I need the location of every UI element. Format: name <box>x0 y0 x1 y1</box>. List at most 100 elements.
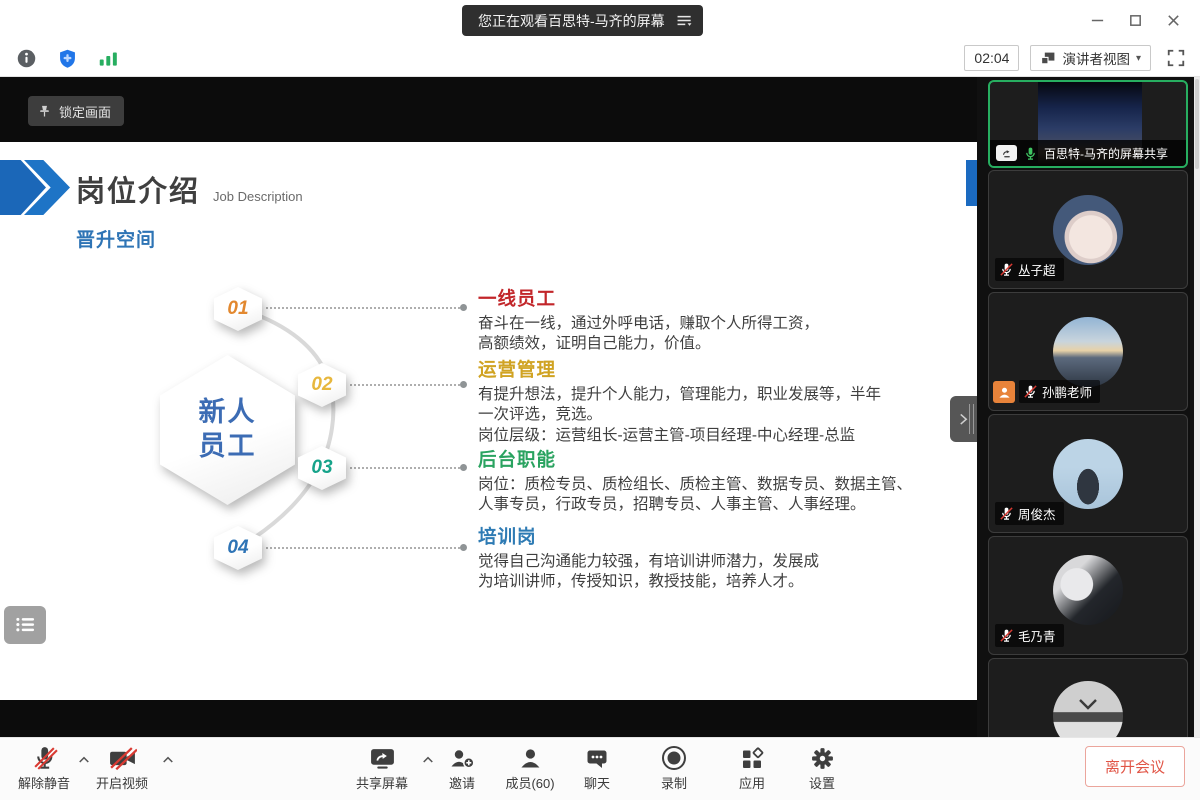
view-mode-selector[interactable]: 演讲者视图 ▾ <box>1030 45 1151 71</box>
view-mode-label: 演讲者视图 <box>1062 48 1130 68</box>
record-button[interactable]: 录制 <box>661 743 687 792</box>
share-screen-button[interactable]: 共享屏幕 <box>356 743 408 792</box>
leave-meeting-button[interactable]: 离开会议 <box>1085 746 1185 787</box>
pin-icon <box>37 104 52 119</box>
unmute-label: 解除静音 <box>18 773 70 792</box>
minimize-button[interactable] <box>1078 4 1116 36</box>
meeting-info-group <box>12 40 122 76</box>
presentation-slide: 岗位介绍 Job Description 晋升空间 新人 员工 <box>0 142 977 700</box>
connector-dot <box>460 464 467 471</box>
item-body: 有提升想法，提升个人能力，管理能力，职业发展等，半年 一次评选，竞选。 岗位层级… <box>478 385 923 446</box>
item-heading: 培训岗 <box>478 523 923 549</box>
record-circle-icon <box>661 743 687 771</box>
participant-tile[interactable]: 孙鹏老师 <box>988 292 1188 411</box>
watching-label: 您正在观看百思特-马齐的屏幕 <box>478 11 665 31</box>
share-screen-label: 共享屏幕 <box>356 773 408 792</box>
meeting-info-icon[interactable] <box>12 44 40 72</box>
sidebar-collapse-button[interactable] <box>950 396 977 442</box>
tile-label-bar: 毛乃青 <box>995 624 1064 647</box>
close-button[interactable] <box>1154 4 1192 36</box>
meeting-toolbar-top: 02:04 演讲者视图 ▾ <box>0 40 1200 77</box>
share-options-chevron[interactable] <box>420 753 436 767</box>
view-controls-group: 02:04 演讲者视图 ▾ <box>964 40 1190 76</box>
share-screen-icon <box>368 743 395 771</box>
apps-button[interactable]: 应用 <box>739 743 765 792</box>
item-heading: 一线员工 <box>478 285 923 311</box>
lock-view-button[interactable]: 锁定画面 <box>28 96 124 126</box>
participant-name: 周俊杰 <box>1018 504 1056 523</box>
member-person-icon <box>518 743 542 771</box>
watching-banner[interactable]: 您正在观看百思特-马齐的屏幕 <box>462 5 703 36</box>
item-body: 岗位：质检专员、质检组长、质检主管、数据专员、数据主管、 人事专员，行政专员，招… <box>478 475 923 516</box>
sidebar-scrollbar[interactable] <box>1194 77 1200 737</box>
participant-name: 丛子超 <box>1018 260 1056 279</box>
list-icon <box>15 616 36 633</box>
invite-label: 邀请 <box>449 773 475 792</box>
slide-item-training: 培训岗 觉得自己沟通能力较强，有培训讲师潜力，发展成 为培训讲师，传授知识，教授… <box>478 523 923 593</box>
start-video-label: 开启视频 <box>96 773 148 792</box>
settings-label: 设置 <box>809 773 835 792</box>
mic-on-icon <box>1023 146 1038 161</box>
tile-label-bar: 丛子超 <box>995 258 1064 281</box>
video-options-chevron[interactable] <box>160 753 176 767</box>
chat-button[interactable]: 聊天 <box>584 743 610 792</box>
scroll-down-button[interactable] <box>1073 695 1103 713</box>
meeting-window: 您正在观看百思特-马齐的屏幕 <box>0 0 1200 800</box>
chevron-down-icon: ▾ <box>1136 53 1141 64</box>
participants-sidebar: 百思特-马齐的屏幕共享 丛子超 孙鹏老师 周俊杰 <box>977 77 1200 737</box>
gear-icon <box>809 743 834 771</box>
item-heading: 后台职能 <box>478 446 923 472</box>
camera-muted-icon <box>107 743 136 771</box>
layout-icon <box>1040 51 1056 65</box>
tile-label-bar: 周俊杰 <box>995 502 1064 525</box>
participant-tile[interactable]: 周俊杰 <box>988 414 1188 533</box>
network-signal-icon[interactable] <box>94 44 122 72</box>
slide-item-backoffice: 后台职能 岗位：质检专员、质检组长、质检主管、数据专员、数据主管、 人事专员，行… <box>478 446 923 516</box>
dotted-connector <box>266 307 460 309</box>
unmute-button[interactable]: 解除静音 <box>18 743 70 792</box>
meeting-toolbar-bottom: 解除静音 开启视频 共享屏幕 邀请 <box>0 737 1200 800</box>
meeting-timer: 02:04 <box>964 45 1019 71</box>
slide-item-operations: 运营管理 有提升想法，提升个人能力，管理能力，职业发展等，半年 一次评选，竞选。… <box>478 356 923 446</box>
hexagon-label-line1: 新人 <box>199 396 257 430</box>
host-badge-icon <box>993 381 1015 403</box>
mic-muted-icon <box>999 262 1014 277</box>
participant-name: 孙鹏老师 <box>1042 382 1092 401</box>
participant-tile-screen-share[interactable]: 百思特-马齐的屏幕共享 <box>988 80 1188 168</box>
member-list-float-button[interactable] <box>4 606 46 644</box>
fullscreen-button[interactable] <box>1162 44 1190 72</box>
avatar <box>1053 439 1123 509</box>
hexagon-step-1: 01 <box>214 287 262 331</box>
tile-label-bar: 孙鹏老师 <box>1019 380 1100 403</box>
members-button[interactable]: 成员(60) <box>505 743 554 792</box>
participant-tile-partial[interactable] <box>988 658 1188 737</box>
hexagon-step-2: 02 <box>298 363 346 407</box>
hexagon-label-line2: 员工 <box>199 430 257 464</box>
record-label: 录制 <box>661 773 687 792</box>
banner-menu-icon[interactable] <box>676 14 693 27</box>
hexagon-step-4: 04 <box>214 526 262 570</box>
apps-grid-icon <box>740 743 764 771</box>
avatar <box>1053 317 1123 387</box>
participant-tile[interactable]: 毛乃青 <box>988 536 1188 655</box>
screen-share-icon <box>996 145 1017 161</box>
participant-name: 百思特-马齐的屏幕共享 <box>1044 145 1168 162</box>
start-video-button[interactable]: 开启视频 <box>96 743 148 792</box>
step-number: 01 <box>227 298 248 320</box>
scrollbar-thumb[interactable] <box>1195 79 1199 169</box>
invite-button[interactable]: 邀请 <box>449 743 475 792</box>
apps-label: 应用 <box>739 773 765 792</box>
participant-tile[interactable]: 丛子超 <box>988 170 1188 289</box>
chat-label: 聊天 <box>584 773 610 792</box>
hexagon-step-3: 03 <box>298 446 346 490</box>
lock-view-label: 锁定画面 <box>59 102 111 121</box>
tile-label-bar: 百思特-马齐的屏幕共享 <box>990 140 1186 166</box>
audio-options-chevron[interactable] <box>76 753 92 767</box>
window-controls <box>1078 0 1192 40</box>
maximize-button[interactable] <box>1116 4 1154 36</box>
chevron-down-icon <box>1078 698 1098 710</box>
chat-bubble-icon <box>585 743 609 771</box>
avatar <box>1053 555 1123 625</box>
settings-button[interactable]: 设置 <box>809 743 835 792</box>
security-shield-icon[interactable] <box>53 44 81 72</box>
